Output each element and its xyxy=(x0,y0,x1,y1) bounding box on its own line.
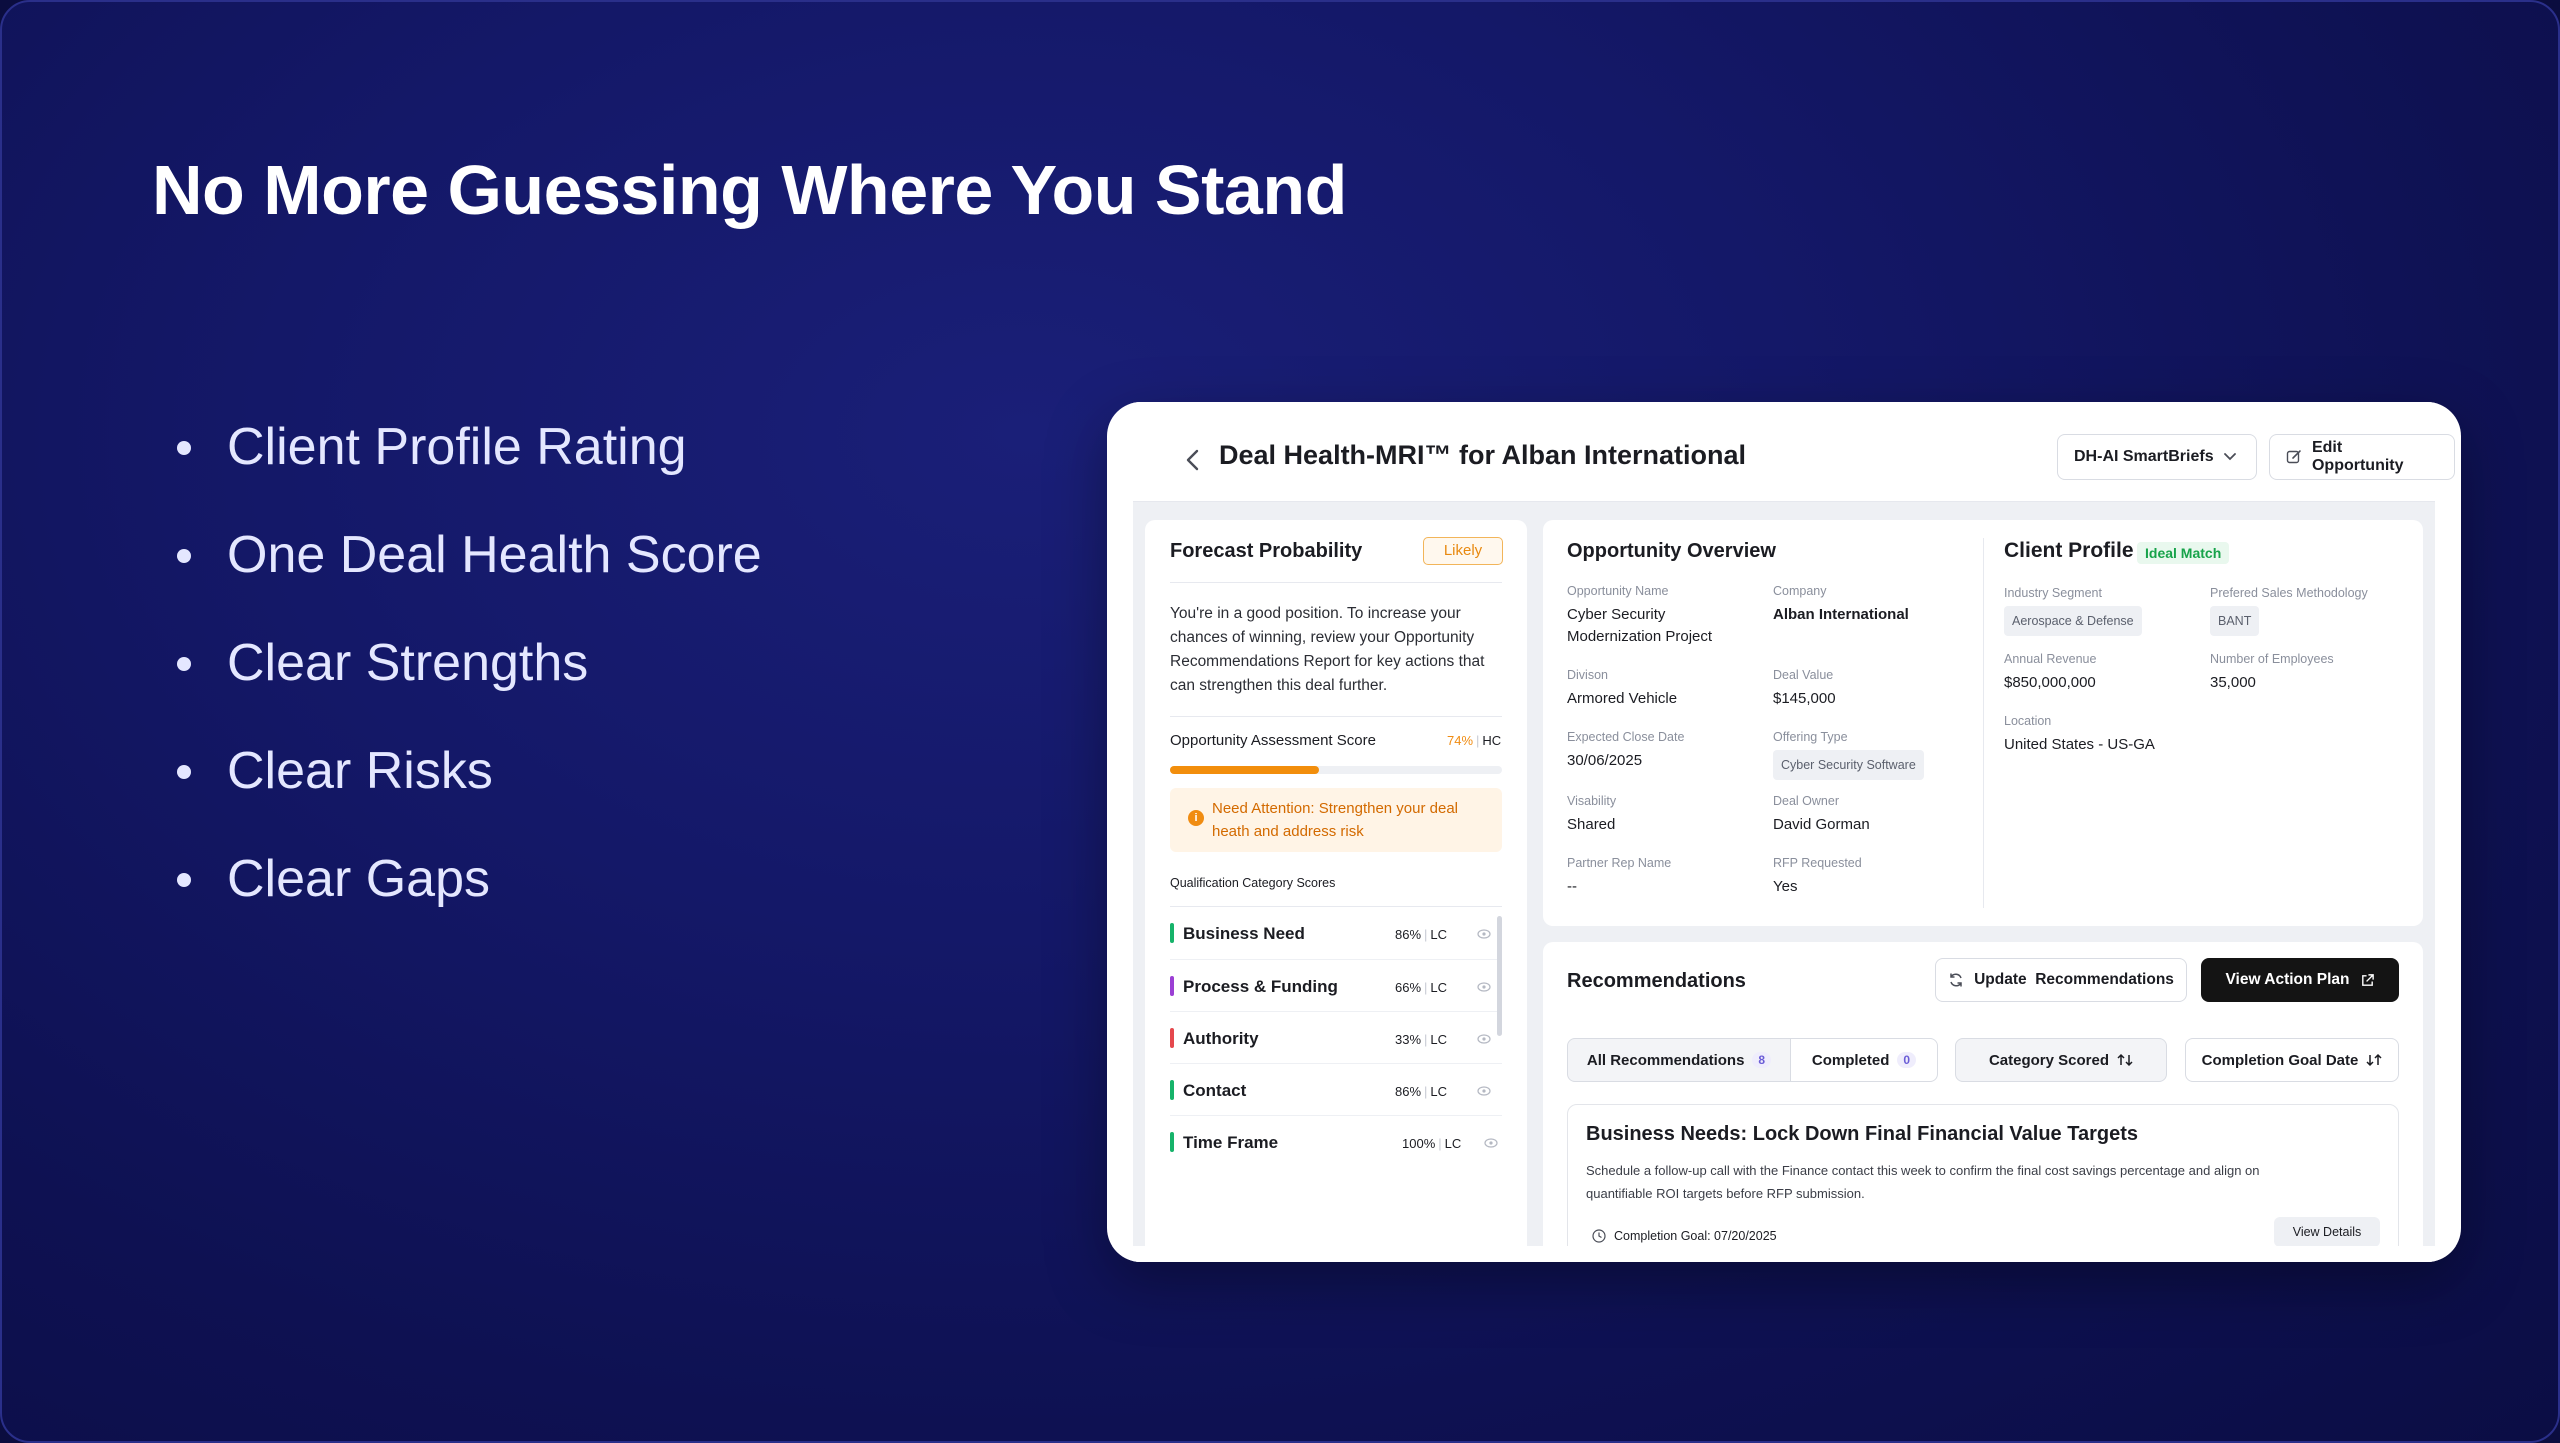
field-sales-methodology: Prefered Sales Methodology BANT xyxy=(2210,586,2368,636)
chevron-down-icon xyxy=(2223,453,2236,461)
recommendation-description: Schedule a follow-up call with the Finan… xyxy=(1586,1163,2260,1201)
category-color-stripe xyxy=(1170,923,1174,943)
page-title: Deal Health-MRI™ for Alban International xyxy=(1219,440,1747,470)
field-partner-rep: Partner Rep Name -- xyxy=(1567,856,1672,895)
category-row[interactable]: Business Need 86% | LC xyxy=(1170,907,1502,959)
field-opportunity-name: Opportunity Name Cyber Security Moderniz… xyxy=(1567,584,1713,645)
bullet-dot-icon xyxy=(177,441,191,455)
field-visibility: Visability Shared xyxy=(1567,794,1617,833)
bullet-dot-icon xyxy=(177,657,191,671)
sort-icon xyxy=(2366,1053,2382,1067)
sort-completion-goal-date[interactable]: Completion Goal Date xyxy=(2185,1038,2399,1082)
refresh-icon xyxy=(1950,973,1962,987)
recommendation-card[interactable]: Business Needs: Lock Down Final Financia… xyxy=(1567,1104,2399,1262)
bullet-dot-icon xyxy=(177,873,191,887)
view-action-plan-button[interactable]: View Action Plan xyxy=(2201,958,2399,1002)
forecast-status-badge: Likely xyxy=(1423,537,1503,565)
chevron-left-icon[interactable] xyxy=(1183,448,1203,472)
app-header: Deal Health-MRI™ for Alban International… xyxy=(1133,402,2455,502)
assessment-progress-fill xyxy=(1170,766,1320,774)
card-bottom-edge xyxy=(1107,1246,2461,1262)
field-offering-type: Offering Type Cyber Security Software xyxy=(1773,730,1924,780)
category-row[interactable]: Time Frame 100% | LC xyxy=(1170,1115,1502,1167)
field-industry-segment: Industry Segment Aerospace & Defense xyxy=(2004,586,2142,636)
field-deal-value: Deal Value $145,000 xyxy=(1773,668,1836,707)
divider xyxy=(1170,582,1502,583)
category-row[interactable]: Authority 33% | LC xyxy=(1170,1011,1502,1063)
bullet-item: One Deal Health Score xyxy=(177,515,762,623)
assessment-score-label: Opportunity Assessment Score xyxy=(1170,732,1376,749)
overview-title: Opportunity Overview xyxy=(1567,540,1776,562)
edit-opportunity-button[interactable]: Edit Opportunity xyxy=(2269,434,2455,480)
field-location: Location United States - US-GA xyxy=(2004,714,2155,753)
completion-goal: Completion Goal: 07/20/2025 xyxy=(1592,1229,1777,1243)
field-employees: Number of Employees 35,000 xyxy=(2210,652,2334,691)
recommendation-title: Business Needs: Lock Down Final Financia… xyxy=(1586,1123,2139,1145)
view-details-button[interactable]: View Details xyxy=(2274,1217,2380,1247)
category-color-stripe xyxy=(1170,1132,1174,1152)
smartbriefs-dropdown[interactable]: DH-AI SmartBriefs xyxy=(2057,434,2257,480)
eye-icon[interactable] xyxy=(1477,1086,1491,1096)
category-scrollbar[interactable] xyxy=(1497,916,1502,1036)
eye-icon[interactable] xyxy=(1477,1034,1491,1044)
update-recommendations-button[interactable]: Update Recommendations xyxy=(1935,958,2187,1002)
category-scores-title: Qualification Category Scores xyxy=(1170,876,1336,890)
assessment-score-value: 74% | HC xyxy=(1447,733,1502,748)
feature-bullets: Client Profile Rating One Deal Health Sc… xyxy=(177,407,762,947)
external-link-icon xyxy=(2361,973,2374,986)
category-color-stripe xyxy=(1170,976,1174,996)
divider xyxy=(1170,716,1502,717)
recommendations-title: Recommendations xyxy=(1567,970,1746,992)
eye-icon[interactable] xyxy=(1477,929,1491,939)
category-row[interactable]: Process & Funding 66% | LC xyxy=(1170,959,1502,1011)
headline: No More Guessing Where You Stand xyxy=(152,151,1347,229)
eye-icon[interactable] xyxy=(1484,1138,1498,1148)
field-annual-revenue: Annual Revenue $850,000,000 xyxy=(2004,652,2097,691)
tab-all-recommendations[interactable]: All Recommendations 8 xyxy=(1567,1038,1791,1082)
bullet-dot-icon xyxy=(177,549,191,563)
category-row[interactable]: Contact 86% | LC xyxy=(1170,1063,1502,1115)
attention-text: Need Attention: Strengthen your deal hea… xyxy=(1212,800,1459,840)
field-close-date: Expected Close Date 30/06/2025 xyxy=(1567,730,1685,769)
app-screenshot-card: Deal Health-MRI™ for Alban International… xyxy=(1107,402,2461,1262)
divider xyxy=(1983,538,1984,908)
bullet-item: Client Profile Rating xyxy=(177,407,762,515)
edit-icon xyxy=(2286,450,2301,464)
category-color-stripe xyxy=(1170,1080,1174,1100)
sort-icon xyxy=(2117,1053,2133,1067)
recommendations-panel: Recommendations Update Recommendations V… xyxy=(1543,942,2423,1262)
field-company: Company Alban International xyxy=(1773,584,1909,623)
ideal-match-badge: Ideal Match xyxy=(2137,542,2230,564)
forecast-probability-panel: Forecast Probability Likely You're in a … xyxy=(1145,520,1527,1262)
bullet-item: Clear Risks xyxy=(177,731,762,839)
eye-icon[interactable] xyxy=(1477,982,1491,992)
bullet-dot-icon xyxy=(177,765,191,779)
field-division: Divison Armored Vehicle xyxy=(1567,668,1678,707)
slide: No More Guessing Where You Stand Client … xyxy=(0,0,2560,1443)
field-rfp-requested: RFP Requested Yes xyxy=(1773,856,1862,895)
info-icon: i xyxy=(1188,810,1204,826)
bullet-item: Clear Strengths xyxy=(177,623,762,731)
client-profile-title: Client Profile xyxy=(2004,539,2134,562)
bullet-item: Clear Gaps xyxy=(177,839,762,947)
tab-completed[interactable]: Completed 0 xyxy=(1790,1038,1938,1082)
field-deal-owner: Deal Owner David Gorman xyxy=(1773,794,1870,833)
forecast-description: You're in a good position. To increase y… xyxy=(1170,605,1485,694)
category-color-stripe xyxy=(1170,1028,1174,1048)
forecast-title: Forecast Probability xyxy=(1170,540,1363,562)
attention-alert: i Need Attention: Strengthen your deal h… xyxy=(1170,788,1502,852)
clock-icon xyxy=(1592,1229,1606,1243)
sort-category-scored[interactable]: Category Scored xyxy=(1955,1038,2167,1082)
assessment-progress-bar xyxy=(1170,766,1502,774)
overview-panel: Opportunity Overview Opportunity Name Cy… xyxy=(1543,520,2423,926)
